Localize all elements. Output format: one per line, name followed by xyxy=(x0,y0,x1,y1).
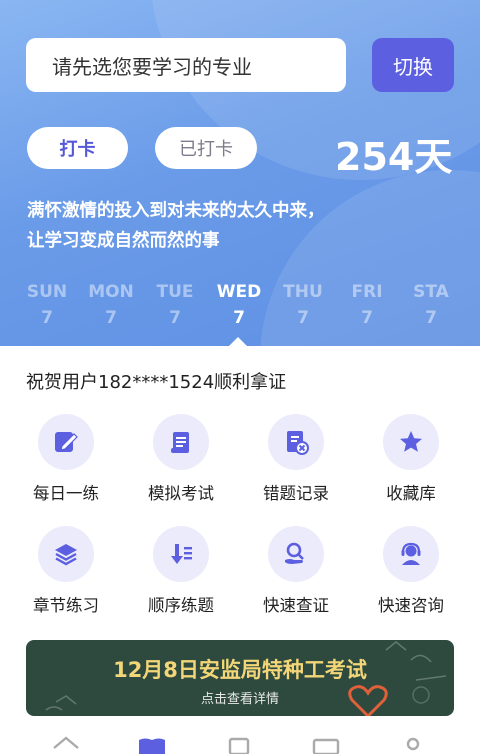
day-pointer xyxy=(229,337,247,346)
feature-daily-practice[interactable]: 每日一练 xyxy=(11,414,121,504)
day-value: 7 xyxy=(233,308,245,328)
day-name: STA xyxy=(413,282,449,302)
sort-list-icon xyxy=(153,526,209,582)
day-value: 7 xyxy=(105,308,117,328)
day-value: 7 xyxy=(361,308,373,328)
list-icon[interactable] xyxy=(311,734,341,754)
switch-button[interactable]: 切换 xyxy=(372,38,454,92)
feature-label: 每日一练 xyxy=(33,484,99,503)
headset-icon xyxy=(383,526,439,582)
slogan-line: 让学习变成自然而然的事 xyxy=(27,231,220,251)
feature-favorites[interactable]: 收藏库 xyxy=(356,414,466,504)
day-value: 7 xyxy=(41,308,53,328)
exam-banner[interactable]: 12月8日安监局特种工考试 点击查看详情 xyxy=(26,640,454,716)
week-strip: SUN 7 MON 7 TUE 7 WED 7 THU 7 FRI 7 STA 7 xyxy=(0,282,480,342)
feature-mock-exam[interactable]: 模拟考试 xyxy=(126,414,236,504)
day-sat[interactable]: STA 7 xyxy=(396,282,466,328)
hero-header: 请先选您要学习的专业 切换 打卡 已打卡 254天 满怀激情的投入到对未来的太久… xyxy=(0,0,480,346)
day-thu[interactable]: THU 7 xyxy=(268,282,338,328)
day-name: MON xyxy=(88,282,134,302)
document-icon[interactable] xyxy=(224,734,254,754)
scroll-icon xyxy=(153,414,209,470)
feature-label: 快速查证 xyxy=(263,596,329,615)
day-name: SUN xyxy=(26,282,68,302)
feature-label: 快速咨询 xyxy=(378,596,444,615)
checkin-button[interactable]: 打卡 xyxy=(27,127,128,169)
feature-label: 模拟考试 xyxy=(148,484,214,503)
day-value: 7 xyxy=(297,308,309,328)
layers-icon xyxy=(38,526,94,582)
feature-sequential-practice[interactable]: 顺序练题 xyxy=(126,526,236,616)
profile-icon[interactable] xyxy=(398,734,428,754)
banner-subtitle: 点击查看详情 xyxy=(200,692,279,707)
major-select-input[interactable]: 请先选您要学习的专业 xyxy=(26,38,346,92)
home-icon[interactable] xyxy=(51,734,81,754)
streak-days: 254天 xyxy=(335,135,453,179)
feature-label: 章节练习 xyxy=(33,596,99,615)
congrats-ticker: 祝贺用户182****1524顺利拿证 xyxy=(26,372,287,393)
feature-chapter-practice[interactable]: 章节练习 xyxy=(11,526,121,616)
feature-error-records[interactable]: 错题记录 xyxy=(241,414,351,504)
day-fri[interactable]: FRI 7 xyxy=(332,282,402,328)
book-icon[interactable] xyxy=(137,734,167,754)
edit-icon xyxy=(38,414,94,470)
day-name: TUE xyxy=(156,282,194,302)
day-name: THU xyxy=(283,282,323,302)
feature-label: 顺序练题 xyxy=(148,596,214,615)
checked-in-button[interactable]: 已打卡 xyxy=(155,127,257,169)
feature-label: 收藏库 xyxy=(386,484,436,503)
search-hand-icon xyxy=(268,526,324,582)
day-name: WED xyxy=(216,282,262,302)
feature-label: 错题记录 xyxy=(263,484,329,503)
error-doc-icon xyxy=(268,414,324,470)
day-sun[interactable]: SUN 7 xyxy=(12,282,82,328)
bottom-tab-bar xyxy=(0,726,480,754)
feature-quick-verify[interactable]: 快速查证 xyxy=(241,526,351,616)
star-icon xyxy=(383,414,439,470)
slogan: 满怀激情的投入到对未来的太久中来， 让学习变成自然而然的事 xyxy=(27,196,467,256)
day-mon[interactable]: MON 7 xyxy=(76,282,146,328)
slogan-line: 满怀激情的投入到对未来的太久中来， xyxy=(27,201,325,221)
banner-title: 12月8日安监局特种工考试 xyxy=(113,658,367,682)
day-value: 7 xyxy=(169,308,181,328)
day-name: FRI xyxy=(351,282,383,302)
day-wed[interactable]: WED 7 xyxy=(204,282,274,328)
day-tue[interactable]: TUE 7 xyxy=(140,282,210,328)
day-value: 7 xyxy=(425,308,437,328)
feature-quick-consult[interactable]: 快速咨询 xyxy=(356,526,466,616)
